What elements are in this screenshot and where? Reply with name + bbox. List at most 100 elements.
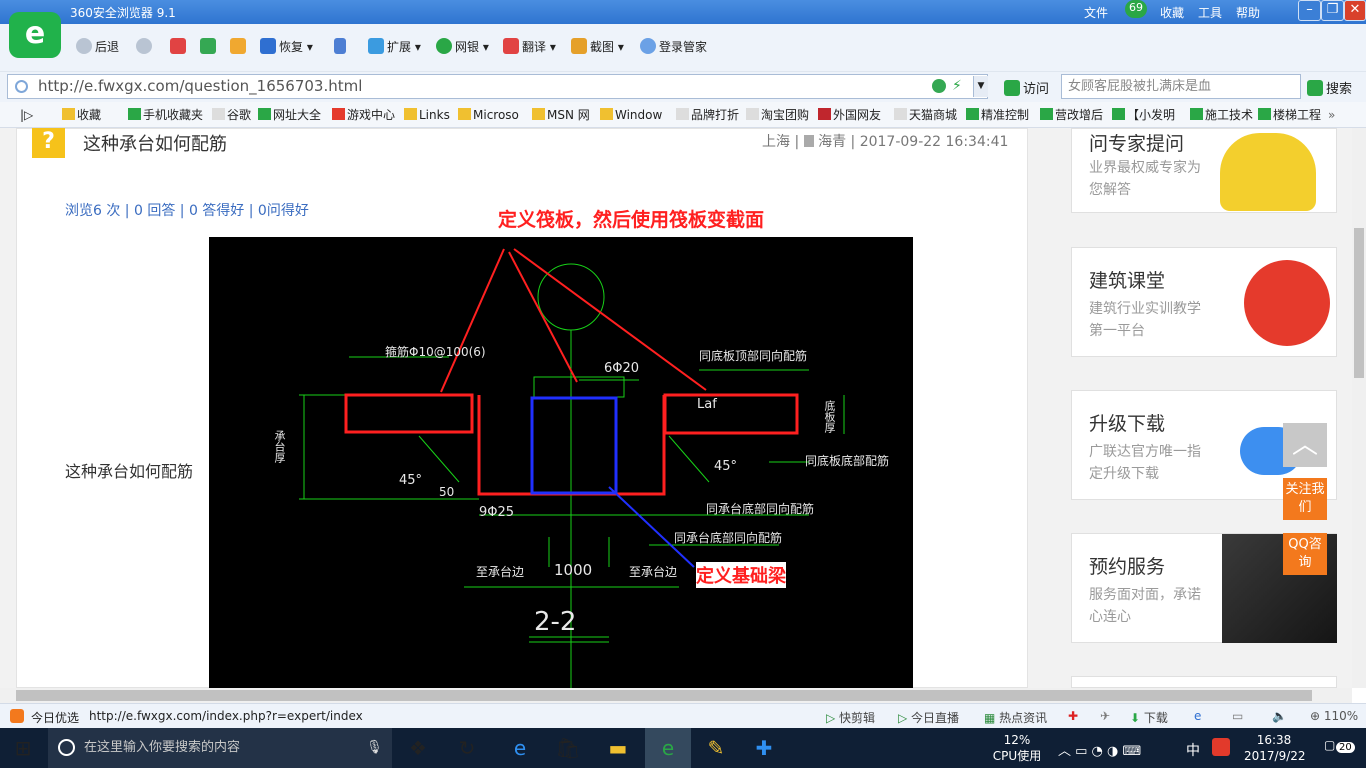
quick-clip-button[interactable]: ▷ 快剪辑 (826, 709, 875, 726)
extend-button[interactable]: 扩展 ▾ (368, 37, 421, 57)
sidebar-toggle-icon[interactable]: |▷ (20, 106, 33, 124)
question-author[interactable]: 海青 (818, 134, 846, 150)
stop-button[interactable] (170, 37, 189, 57)
go-button[interactable]: 访问 (1004, 78, 1049, 97)
bookmark-icon (458, 108, 471, 120)
ime-indicator[interactable]: 中 (1186, 740, 1200, 760)
download-button[interactable]: ⬇ 下载 (1130, 709, 1168, 726)
horizontal-scrollbar[interactable] (0, 688, 1352, 703)
store-icon[interactable]: 🛍 (545, 728, 591, 768)
zoom-level[interactable]: ⊕ 110% (1310, 709, 1358, 723)
bookmark-item[interactable]: 【小发明 (1112, 106, 1175, 124)
question-title: 这种承台如何配筋 (83, 134, 227, 155)
search-input[interactable]: 女顾客屁股被扎满床是血 (1061, 74, 1301, 99)
bookmark-item[interactable]: 网址大全 (258, 106, 321, 124)
follow-us-button[interactable]: 关注我们 (1283, 478, 1327, 520)
sidebar-card-next[interactable] (1071, 676, 1337, 688)
qq-consult-button[interactable]: QQ咨询 (1283, 533, 1327, 575)
taskbar-search[interactable]: 在这里输入你要搜索的内容 🎙 (48, 728, 392, 768)
screenshot-button[interactable]: 截图 ▾ (571, 37, 624, 57)
bookmark-item[interactable]: 谷歌 (212, 106, 251, 124)
menu-file[interactable]: 文件 (1084, 4, 1108, 21)
sidebar-card-expert[interactable]: 问专家提问 业界最权威专家为您解答 (1071, 128, 1337, 213)
bookmark-item[interactable]: 手机收藏夹 (128, 106, 203, 124)
back-button[interactable]: 后退 (76, 37, 119, 57)
notes-app-icon[interactable]: ✎ (693, 728, 739, 768)
bank-button[interactable]: 网银 ▾ (436, 37, 489, 57)
ie-icon[interactable]: e (1194, 709, 1201, 723)
app-plus-icon[interactable]: ✚ (741, 728, 787, 768)
search-button[interactable]: 搜索 (1307, 78, 1352, 97)
tray-icons[interactable]: ︿ ▭ ◔ ◑ ⌨ (1058, 740, 1141, 759)
question-stats[interactable]: 浏览6 次 | 0 回答 | 0 答得好 | 0问得好 (65, 200, 309, 220)
bookmark-item[interactable]: 淘宝团购 (746, 106, 809, 124)
login-manager-button[interactable]: 登录管家 (640, 37, 707, 57)
bookmark-item[interactable]: 品牌打折 (676, 106, 739, 124)
bookmark-item[interactable]: Window (600, 106, 662, 124)
pin-icon[interactable]: ✈ (1100, 709, 1110, 723)
back-to-top-button[interactable]: ︿ (1283, 423, 1327, 467)
bookmark-item[interactable]: 收藏 (62, 106, 101, 124)
home-button[interactable] (230, 37, 249, 57)
360-browser-task-icon[interactable]: e (645, 728, 691, 768)
bookmark-icon (404, 108, 417, 120)
bookmark-item[interactable]: Links (404, 106, 450, 124)
menu-help[interactable]: 帮助 (1236, 4, 1260, 21)
clock[interactable]: 16:38 2017/9/22 (1244, 732, 1306, 764)
menu-favorites[interactable]: 收藏 (1160, 4, 1184, 21)
bookmark-item[interactable]: 天猫商城 (894, 106, 957, 124)
cpu-usage[interactable]: 12% CPU使用 (992, 732, 1042, 764)
menu-tools[interactable]: 工具 (1198, 4, 1222, 21)
windows-start-icon[interactable]: ⊞ (0, 728, 46, 768)
restore-button[interactable]: 恢复 ▾ (260, 37, 313, 57)
home-icon (230, 38, 246, 54)
vertical-scroll-thumb[interactable] (1354, 228, 1364, 378)
window-title: 360安全浏览器 9.1 (70, 6, 176, 20)
url-input[interactable]: http://e.fwxgx.com/question_1656703.html (7, 74, 988, 99)
bookmark-item[interactable]: 楼梯工程 (1258, 106, 1321, 124)
label-plate-bottom: 同底板底部配筋 (805, 454, 890, 468)
bookmark-item[interactable]: 精准控制 (966, 106, 1029, 124)
microphone-icon[interactable]: 🎙 (366, 728, 383, 768)
today-picks-link[interactable]: 今日优选 (31, 709, 79, 726)
minimize-button[interactable]: – (1298, 0, 1321, 21)
browser-logo-icon[interactable]: e (9, 12, 61, 58)
question-datetime: 2017-09-22 16:34:41 (859, 134, 1009, 150)
more-bookmarks-icon[interactable]: » (1328, 106, 1335, 124)
live-button[interactable]: ▷ 今日直播 (898, 709, 959, 726)
close-button[interactable]: ✕ (1344, 0, 1366, 21)
forward-button[interactable] (136, 37, 155, 57)
health-icon[interactable]: ✚ (1068, 709, 1078, 723)
notification-center-icon[interactable]: ▢ 20 (1324, 738, 1355, 758)
sidebar-card-classroom[interactable]: 建筑课堂 建筑行业实训教学第一平台 (1071, 247, 1337, 357)
phone-icon (334, 38, 346, 54)
horizontal-scroll-thumb[interactable] (16, 690, 1312, 701)
sound-icon[interactable]: 🔈 (1272, 709, 1287, 723)
file-explorer-icon[interactable]: ▬ (595, 728, 641, 768)
refresh-button[interactable] (200, 37, 219, 57)
bookmark-item[interactable]: 外国网友 (818, 106, 881, 124)
window-icon[interactable]: ▭ (1232, 709, 1243, 723)
app-spiral-icon[interactable]: ↻ (444, 728, 490, 768)
cad-drawing-image: 箍筋Φ10@100(6) 6Φ20 同底板顶部同向配筋 Laf 同底板底部配筋 … (209, 237, 913, 688)
translate-button[interactable]: 翻译 ▾ (503, 37, 556, 57)
security-icon (932, 79, 946, 93)
maximize-button[interactable]: ❐ (1321, 0, 1344, 21)
edge-icon[interactable]: e (497, 728, 543, 768)
bookmark-icon (62, 108, 75, 120)
raft-slab-left (344, 393, 474, 434)
task-view-icon[interactable]: ❖ (395, 728, 441, 768)
foundation-beam-outline (530, 396, 618, 495)
bookmark-item[interactable]: MSN 网 (532, 106, 590, 124)
status-url: http://e.fwxgx.com/index.php?r=expert/in… (89, 709, 363, 723)
sogou-icon[interactable] (1212, 738, 1230, 756)
vertical-scrollbar[interactable] (1352, 128, 1366, 688)
phone-button[interactable] (334, 37, 349, 57)
bookmark-item[interactable]: 游戏中心 (332, 106, 395, 124)
url-dropdown-icon[interactable]: ▼ (973, 76, 988, 97)
bookmark-item[interactable]: 施工技术 (1190, 106, 1253, 124)
bookmark-item[interactable]: 营改增后 (1040, 106, 1103, 124)
hot-news-button[interactable]: ▦ 热点资讯 (984, 709, 1047, 726)
level-badge[interactable]: 69 (1125, 0, 1147, 18)
bookmark-item[interactable]: Microso (458, 106, 519, 124)
